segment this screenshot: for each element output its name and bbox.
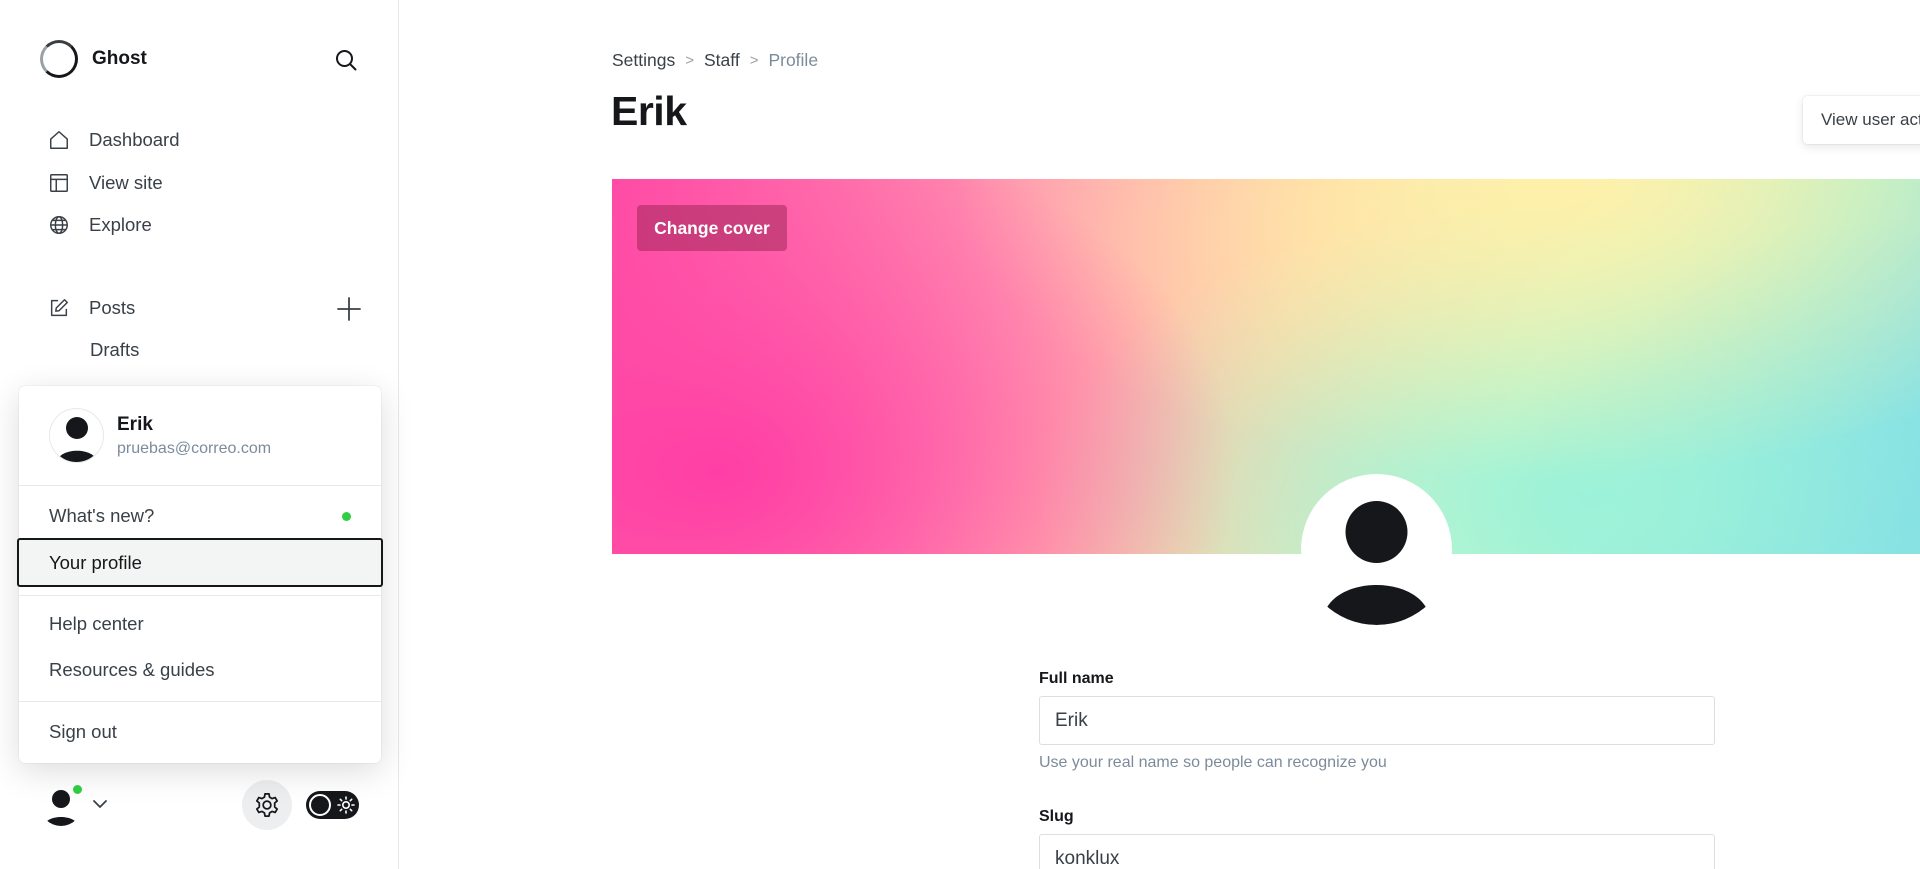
breadcrumb-profile: Profile xyxy=(768,50,819,70)
slug-input[interactable] xyxy=(1039,834,1715,869)
user-icon xyxy=(56,417,97,462)
full-name-label: Full name xyxy=(1039,670,1114,687)
menu-item-sign-out-label: Sign out xyxy=(49,721,117,742)
chevron-right-icon: > xyxy=(749,52,759,69)
profile-picture[interactable] xyxy=(1301,474,1452,625)
breadcrumb-staff[interactable]: Staff xyxy=(704,50,740,71)
nav-explore-label: Explore xyxy=(89,214,152,235)
chevron-down-icon xyxy=(93,800,107,808)
full-name-input[interactable] xyxy=(1039,696,1715,745)
theme-toggle[interactable] xyxy=(306,791,359,819)
search-icon xyxy=(336,50,357,71)
view-user-activity-label: View user activity xyxy=(1821,110,1920,129)
nav-dashboard-label: Dashboard xyxy=(89,129,180,150)
breadcrumb: Settings > Staff > Profile xyxy=(612,50,818,71)
menu-avatar xyxy=(49,408,104,463)
ghost-logo-icon xyxy=(40,40,78,78)
nav-view-site[interactable]: View site xyxy=(47,171,163,195)
search-button[interactable] xyxy=(331,45,361,75)
menu-divider xyxy=(19,485,381,486)
brand[interactable]: Ghost xyxy=(40,40,147,78)
menu-user-name: Erik xyxy=(117,413,153,435)
new-post-button[interactable] xyxy=(336,296,362,322)
toggle-knob xyxy=(309,794,331,816)
menu-item-help-center[interactable]: Help center xyxy=(19,601,381,647)
home-icon xyxy=(47,128,71,152)
change-cover-button[interactable]: Change cover xyxy=(637,205,787,251)
brand-name: Ghost xyxy=(92,48,147,69)
globe-icon xyxy=(47,213,71,237)
gear-icon xyxy=(255,793,279,817)
menu-item-sign-out[interactable]: Sign out xyxy=(19,709,381,755)
breadcrumb-settings[interactable]: Settings xyxy=(612,50,675,71)
menu-divider xyxy=(19,701,381,702)
menu-item-resources[interactable]: Resources & guides xyxy=(19,647,381,693)
plus-icon xyxy=(337,297,361,321)
menu-item-whats-new-label: What's new? xyxy=(49,505,155,526)
nav-explore[interactable]: Explore xyxy=(47,213,152,237)
page-title: Erik xyxy=(611,88,687,134)
sun-icon xyxy=(337,796,355,814)
menu-divider xyxy=(19,595,381,596)
nav-drafts[interactable]: Drafts xyxy=(90,339,139,361)
menu-user-info: Erik pruebas@correo.com xyxy=(49,408,271,463)
view-user-activity-button[interactable]: View user activity xyxy=(1803,96,1920,144)
nav-dashboard[interactable]: Dashboard xyxy=(47,128,180,152)
change-cover-label: Change cover xyxy=(654,217,770,238)
menu-item-resources-label: Resources & guides xyxy=(49,659,215,680)
edit-icon xyxy=(47,296,71,320)
chevron-right-icon: > xyxy=(685,52,694,69)
cover-image xyxy=(612,179,1920,554)
settings-button[interactable] xyxy=(242,780,292,830)
menu-item-whats-new[interactable]: What's new? xyxy=(19,493,381,539)
nav-posts[interactable]: Posts xyxy=(47,296,135,320)
nav-posts-label: Posts xyxy=(89,297,136,318)
user-icon xyxy=(1323,501,1430,625)
layout-icon xyxy=(47,171,71,195)
menu-item-your-profile-label: Your profile xyxy=(49,551,142,573)
slug-label: Slug xyxy=(1039,808,1074,825)
user-menu-chevron[interactable] xyxy=(92,796,108,814)
online-status-dot xyxy=(71,783,84,796)
user-dropdown-menu: Erik pruebas@correo.com What's new? Your… xyxy=(17,386,383,763)
menu-item-your-profile[interactable]: Your profile xyxy=(17,538,383,587)
nav-view-site-label: View site xyxy=(89,172,163,193)
full-name-hint: Use your real name so people can recogni… xyxy=(1039,754,1387,771)
menu-user-email: pruebas@correo.com xyxy=(117,439,272,457)
new-indicator-dot xyxy=(342,512,351,521)
menu-item-help-center-label: Help center xyxy=(49,613,144,634)
